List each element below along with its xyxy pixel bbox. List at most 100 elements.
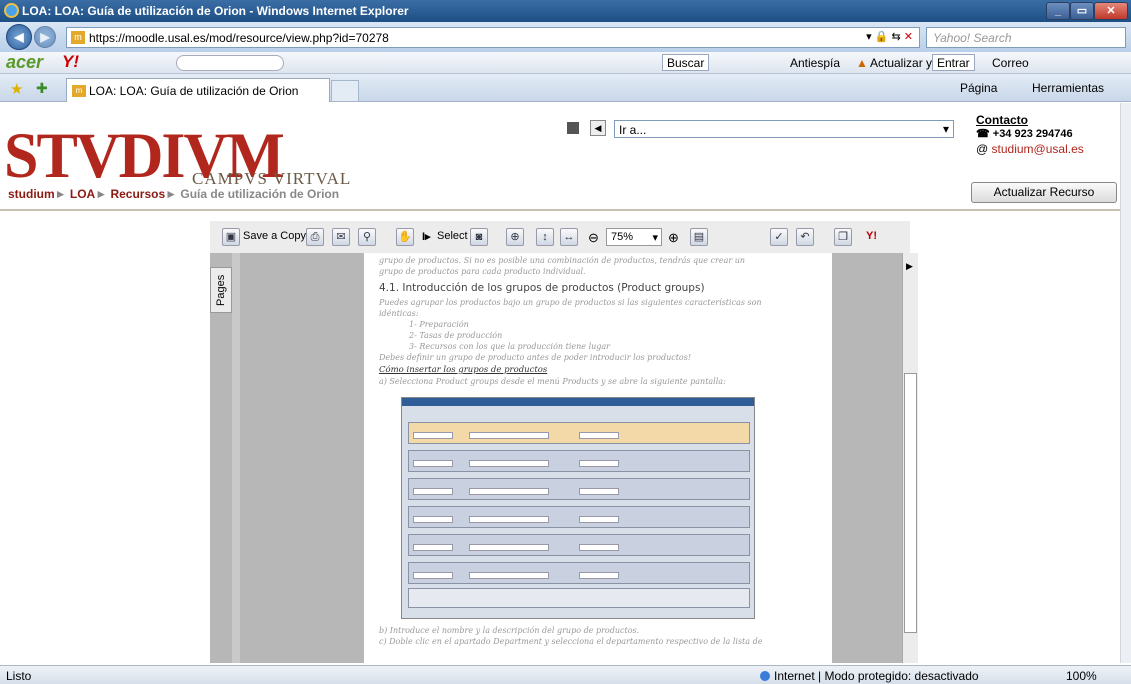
- ie-icon: [4, 3, 19, 18]
- antiespia-button[interactable]: Antiespía: [790, 56, 840, 70]
- select-button[interactable]: Select: [437, 230, 468, 242]
- back-button[interactable]: ◀: [6, 24, 32, 50]
- window-title: LOA: LOA: Guía de utilización de Orion -…: [22, 4, 409, 18]
- zoom-in-icon[interactable]: ⊕: [506, 228, 524, 246]
- pdf-scrollbar[interactable]: ▶: [902, 253, 918, 663]
- breadcrumb-studium[interactable]: studium: [8, 187, 55, 201]
- logo-sub: CAMPVS VIRTVAL: [192, 169, 352, 188]
- page-scrollbar[interactable]: [1120, 103, 1131, 663]
- actualizar-ya-button[interactable]: Actualizar ya: [870, 56, 939, 70]
- lock-icon[interactable]: ▾ 🔒 ⇆ ✕: [866, 30, 913, 43]
- doc-paragraph: Debes definir un grupo de producto antes…: [379, 353, 692, 362]
- doc-paragraph: c) Doble clic en el apartado Department …: [379, 637, 763, 646]
- pdf-scroll-thumb[interactable]: [904, 373, 917, 633]
- address-bar[interactable]: m https://moodle.usal.es/mod/resource/vi…: [66, 27, 920, 48]
- screenshot-row: [408, 450, 750, 472]
- save-copy-button[interactable]: Save a Copy: [243, 230, 306, 242]
- doc-heading: 4.1. Introducción de los grupos de produ…: [379, 282, 705, 294]
- status-text: Listo: [6, 669, 32, 683]
- herramientas-menu[interactable]: Herramientas: [1032, 81, 1104, 95]
- screenshot-row: [408, 506, 750, 528]
- prev-button[interactable]: ◀: [590, 120, 606, 136]
- page-layout-icon[interactable]: ▤: [690, 228, 708, 246]
- find-icon[interactable]: ⚲: [358, 228, 376, 246]
- hand-tool-icon[interactable]: ✋: [396, 228, 414, 246]
- buscar-button[interactable]: Buscar: [662, 54, 710, 71]
- screenshot-titlebar: [402, 398, 754, 406]
- contact-title: Contacto: [976, 113, 1028, 127]
- pages-tab[interactable]: Pages: [210, 267, 232, 313]
- toolbar-search-field[interactable]: [176, 55, 284, 71]
- entrar-button[interactable]: Entrar: [932, 54, 975, 71]
- pagina-menu[interactable]: Página: [960, 81, 997, 95]
- yahoo-icon[interactable]: Y!: [866, 230, 877, 242]
- acer-logo: acer: [6, 52, 44, 72]
- breadcrumb-current: Guía de utilización de Orion: [180, 187, 340, 201]
- doc-paragraph: idénticas:: [379, 309, 419, 318]
- site-logo[interactable]: STVDIVM CAMPVS VIRTVAL: [4, 111, 364, 191]
- phone-icon: ☎: [976, 128, 990, 140]
- doc-list-item: 3- Recursos con los que la producción ti…: [409, 342, 610, 351]
- new-tab-button[interactable]: [331, 80, 359, 102]
- add-favorites-icon[interactable]: ✚: [36, 80, 48, 97]
- text-select-icon[interactable]: I▸: [422, 230, 431, 243]
- breadcrumb-recursos[interactable]: Recursos: [110, 187, 165, 201]
- tab-active[interactable]: m LOA: LOA: Guía de utilización de Orion: [66, 78, 330, 102]
- doc-paragraph: b) Introduce el nombre y la descripción …: [379, 626, 640, 635]
- zoom-in-plus-icon[interactable]: ⊕: [668, 230, 679, 246]
- screenshot-row: [408, 562, 750, 584]
- yahoo-toolbar: acer Y! Buscar Antiespía ▲ Actualizar ya…: [0, 52, 1131, 74]
- zoom-level[interactable]: 100%: [1066, 669, 1097, 683]
- zoom-value: 75%: [611, 231, 634, 243]
- warning-icon: ▲: [856, 56, 868, 70]
- screenshot-row: [408, 422, 750, 444]
- divider: [0, 209, 1120, 211]
- doc-list-item: 2- Tasas de producción: [409, 331, 503, 340]
- pdf-toolbar: ▣ Save a Copy ⎙ ✉ ⚲ ✋ I▸ Select ◙ ⊕ ↕ ↔ …: [210, 221, 910, 253]
- goto-select[interactable]: Ir a... ▾: [614, 120, 954, 138]
- maximize-button[interactable]: ▭: [1070, 2, 1094, 20]
- jump-icon[interactable]: [567, 122, 579, 134]
- close-button[interactable]: ✕: [1094, 2, 1128, 20]
- minimize-button[interactable]: _: [1046, 2, 1070, 20]
- pages-panel-edge[interactable]: [232, 253, 240, 663]
- email-link[interactable]: studium@usal.es: [992, 142, 1084, 156]
- fit-page-icon[interactable]: ↕: [536, 228, 554, 246]
- breadcrumb: studium► LOA► Recursos► Guía de utilizac…: [8, 187, 340, 201]
- screenshot-row: [408, 588, 750, 608]
- undo-icon[interactable]: ↶: [796, 228, 814, 246]
- fit-width-icon[interactable]: ↔: [560, 228, 578, 246]
- doc-paragraph: a) Selecciona Product groups desde el me…: [379, 377, 726, 386]
- expand-panel-icon[interactable]: ▶: [906, 261, 913, 272]
- favicon-icon: m: [72, 85, 86, 97]
- forward-button[interactable]: ▶: [34, 26, 56, 48]
- favicon-icon: m: [71, 31, 85, 44]
- email-icon: @: [976, 142, 989, 156]
- page-content: STVDIVM CAMPVS VIRTVAL ◀ Ir a... ▾ Conta…: [0, 103, 1120, 663]
- yahoo-button[interactable]: Y!: [62, 52, 79, 72]
- favorites-star-icon[interactable]: ★: [10, 80, 23, 98]
- internet-zone-icon: [760, 671, 770, 681]
- doc-line: grupo de productos. Si no es posible una…: [379, 256, 746, 265]
- save-icon[interactable]: ▣: [222, 228, 240, 246]
- security-zone[interactable]: Internet | Modo protegido: desactivado: [774, 669, 979, 683]
- chevron-down-icon: ▾: [942, 122, 949, 136]
- status-bar: Listo Internet | Modo protegido: desacti…: [0, 665, 1131, 684]
- email-icon[interactable]: ✉: [332, 228, 350, 246]
- contact-block: Contacto ☎ +34 923 294746 @ studium@usal…: [976, 113, 1084, 156]
- spellcheck-icon[interactable]: ✓: [770, 228, 788, 246]
- breadcrumb-loa[interactable]: LOA: [70, 187, 95, 201]
- zoom-out-icon[interactable]: ⊖: [588, 230, 599, 246]
- search-input[interactable]: Yahoo! Search: [926, 27, 1126, 48]
- window-title-bar: LOA: LOA: Guía de utilización de Orion -…: [0, 0, 1131, 22]
- correo-button[interactable]: Correo: [992, 56, 1029, 70]
- embedded-screenshot: [401, 397, 755, 619]
- address-row: ◀ ▶ m https://moodle.usal.es/mod/resourc…: [0, 22, 1131, 52]
- tab-row: ★ ✚ m LOA: LOA: Guía de utilización de O…: [0, 74, 1131, 102]
- goto-label: Ir a...: [619, 123, 647, 137]
- zoom-select[interactable]: 75% ▾: [606, 228, 662, 246]
- snapshot-icon[interactable]: ◙: [470, 228, 488, 246]
- print-icon[interactable]: ⎙: [306, 228, 324, 246]
- update-resource-button[interactable]: Actualizar Recurso: [971, 182, 1117, 203]
- copy-icon[interactable]: ❐: [834, 228, 852, 246]
